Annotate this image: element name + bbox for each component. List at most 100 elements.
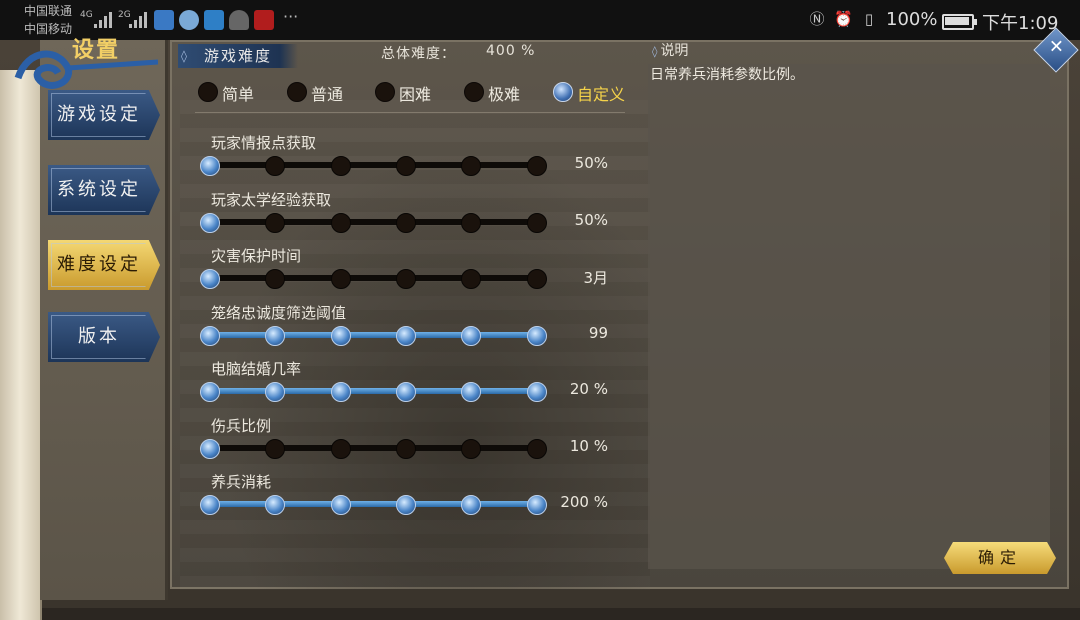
scroll-ornament xyxy=(0,70,42,620)
sidebar-item-version[interactable]: 版本 xyxy=(48,312,160,362)
slider-step-knob[interactable] xyxy=(265,439,285,459)
difficulty-option-label: 自定义 xyxy=(577,85,626,104)
setting-label: 玩家太学经验获取 xyxy=(211,191,332,209)
slider-step-knob[interactable] xyxy=(527,156,547,176)
divider xyxy=(195,112,625,113)
window-title-emblem: 设置 xyxy=(8,37,159,96)
radio-icon xyxy=(198,82,218,102)
slider-step-knob[interactable] xyxy=(527,269,547,289)
slider-step-knob[interactable] xyxy=(265,495,285,515)
slider-step-knob[interactable] xyxy=(396,326,416,346)
slider-fill xyxy=(207,332,536,338)
sidebar-item-label: 游戏设定 xyxy=(57,104,141,125)
slider-step-knob[interactable] xyxy=(331,382,351,402)
total-difficulty-label: 总体难度： xyxy=(381,46,456,62)
setting-value: 3月 xyxy=(583,269,608,287)
slider-step-knob[interactable] xyxy=(527,382,547,402)
browser-notification-icon xyxy=(179,10,199,30)
close-icon: ✕ xyxy=(1048,36,1064,58)
slider-step-knob[interactable] xyxy=(461,156,481,176)
description-title: ◊ 说明 xyxy=(652,40,688,60)
slider-step-knob[interactable] xyxy=(396,439,416,459)
signal-icon-2 xyxy=(129,12,149,28)
setting-value: 20 % xyxy=(569,380,608,398)
carrier-2: 中国移动 xyxy=(24,22,73,36)
slider-step-knob[interactable] xyxy=(331,213,351,233)
slider-step-knob[interactable] xyxy=(396,269,416,289)
radio-icon xyxy=(464,82,484,102)
slider-step-knob[interactable] xyxy=(200,439,220,459)
difficulty-option-label: 普通 xyxy=(311,85,344,104)
setting-slider[interactable] xyxy=(200,382,547,402)
setting-label: 灾害保护时间 xyxy=(211,247,302,265)
slider-step-knob[interactable] xyxy=(331,156,351,176)
slider-step-knob[interactable] xyxy=(527,495,547,515)
sidebar-item-difficulty-settings[interactable]: 难度设定 xyxy=(48,240,160,290)
background-artwork xyxy=(180,100,650,590)
battery-percentage: 100% xyxy=(886,9,938,30)
description-text: 日常养兵消耗参数比例。 xyxy=(650,67,804,83)
setting-slider[interactable] xyxy=(200,156,547,176)
setting-label: 养兵消耗 xyxy=(211,473,272,491)
setting-slider[interactable] xyxy=(200,213,547,233)
slider-step-knob[interactable] xyxy=(331,269,351,289)
diamond-icon: ◊ xyxy=(181,49,187,63)
battery-icon xyxy=(942,14,977,30)
slider-step-knob[interactable] xyxy=(200,269,220,289)
slider-step-knob[interactable] xyxy=(527,439,547,459)
setting-slider[interactable] xyxy=(200,269,547,289)
slider-step-knob[interactable] xyxy=(331,439,351,459)
setting-slider[interactable] xyxy=(200,439,547,459)
slider-step-knob[interactable] xyxy=(331,495,351,515)
game-notification-icon xyxy=(204,10,224,30)
slider-step-knob[interactable] xyxy=(200,326,220,346)
slider-step-knob[interactable] xyxy=(331,326,351,346)
slider-step-knob[interactable] xyxy=(461,439,481,459)
slider-step-knob[interactable] xyxy=(527,326,547,346)
slider-step-knob[interactable] xyxy=(265,269,285,289)
slider-step-knob[interactable] xyxy=(200,213,220,233)
slider-fill xyxy=(207,501,536,507)
total-difficulty-value: 400 % xyxy=(486,43,536,59)
slider-step-knob[interactable] xyxy=(265,213,285,233)
slider-step-knob[interactable] xyxy=(461,382,481,402)
slider-step-knob[interactable] xyxy=(200,495,220,515)
setting-slider[interactable] xyxy=(200,495,547,515)
slider-step-knob[interactable] xyxy=(527,213,547,233)
clock: 下午1:09 xyxy=(982,13,1059,34)
settings-window: 设置 游戏设定 系统设定 难度设定 版本 ◊ 游戏难度 总体难度： 400 % … xyxy=(0,27,1080,620)
description-panel xyxy=(648,64,1050,569)
sidebar-item-label: 版本 xyxy=(78,326,120,347)
sidebar-item-system-settings[interactable]: 系统设定 xyxy=(48,165,160,215)
status-bar: 中国联通 中国移动 4G 2G ··· Ⓝ ⏰ ▯ 100% 下午1:09 xyxy=(0,0,1080,40)
setting-value: 200 % xyxy=(560,493,608,511)
sidebar-item-game-settings[interactable]: 游戏设定 xyxy=(48,90,160,140)
slider-step-knob[interactable] xyxy=(200,382,220,402)
vibrate-icon: ▯ xyxy=(864,10,874,28)
setting-label: 电脑结婚几率 xyxy=(211,360,302,378)
slider-step-knob[interactable] xyxy=(461,495,481,515)
difficulty-option-label: 困难 xyxy=(399,85,432,104)
setting-value: 10 % xyxy=(569,437,608,455)
signal-icon-1 xyxy=(94,12,114,28)
slider-step-knob[interactable] xyxy=(265,326,285,346)
slider-step-knob[interactable] xyxy=(461,269,481,289)
slider-step-knob[interactable] xyxy=(265,382,285,402)
qq-icon xyxy=(229,10,249,30)
slider-step-knob[interactable] xyxy=(396,213,416,233)
slider-step-knob[interactable] xyxy=(396,156,416,176)
slider-step-knob[interactable] xyxy=(396,382,416,402)
alarm-icon: ⏰ xyxy=(834,10,853,28)
difficulty-option-label: 极难 xyxy=(488,85,521,104)
slider-step-knob[interactable] xyxy=(200,156,220,176)
slider-step-knob[interactable] xyxy=(461,213,481,233)
slider-step-knob[interactable] xyxy=(265,156,285,176)
setting-label: 玩家情报点获取 xyxy=(211,134,317,152)
confirm-button[interactable]: 确定 xyxy=(944,542,1056,574)
difficulty-option-label: 简单 xyxy=(222,85,255,104)
slider-step-knob[interactable] xyxy=(396,495,416,515)
setting-slider[interactable] xyxy=(200,326,547,346)
sidebar-item-label: 难度设定 xyxy=(57,254,141,275)
slider-step-knob[interactable] xyxy=(461,326,481,346)
radio-icon xyxy=(287,82,307,102)
